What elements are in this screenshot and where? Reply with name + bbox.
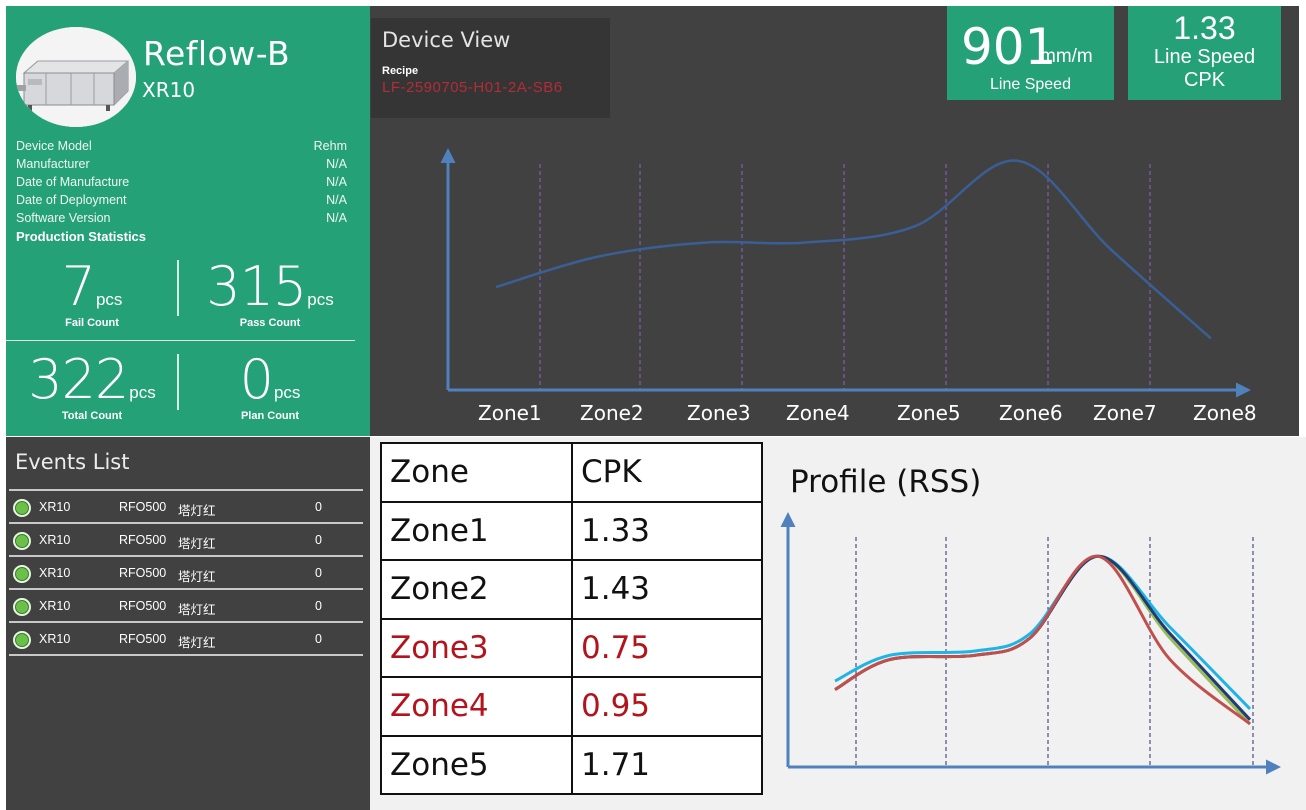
x-tick-label: Zone2 — [580, 401, 644, 425]
event-code: RFO500 — [119, 566, 167, 580]
spec-label: Manufacturer — [16, 157, 90, 171]
stat-value: 322 — [28, 348, 129, 411]
total-count-stat: 322pcs Total Count — [6, 353, 178, 423]
stat-divider — [177, 260, 179, 316]
cpk-kpi-label-line2: CPK — [1183, 69, 1226, 91]
spec-label: Date of Deployment — [16, 193, 127, 207]
spec-value: N/A — [326, 193, 347, 207]
stat-divider — [177, 354, 179, 410]
event-description: 塔灯红 — [178, 570, 216, 584]
spec-row-manufacturer: Manufacturer N/A — [16, 157, 347, 175]
device-name: Reflow-B — [143, 34, 291, 73]
recipe-box: Device View Recipe LF-2590705-H01-2A-SB6 — [371, 18, 610, 118]
pass-count-stat: 315pcs Pass Count — [184, 260, 356, 330]
x-tick-label: Zone7 — [1093, 401, 1157, 425]
event-device: XR10 — [39, 566, 71, 580]
spec-value: N/A — [326, 211, 347, 225]
stat-divider — [6, 340, 355, 341]
x-tick-label: Zone4 — [786, 401, 850, 425]
stat-label: Fail Count — [65, 317, 119, 329]
spec-label: Date of Manufacture — [16, 175, 130, 189]
spec-label: Device Model — [16, 139, 92, 153]
event-row[interactable]: XR10 RFO500 塔灯红 0 — [9, 588, 363, 621]
event-row[interactable]: XR10 RFO500 塔灯红 0 — [9, 555, 363, 588]
fail-count-stat: 7pcs Fail Count — [6, 260, 178, 330]
profile-chart-title: Profile (RSS) — [790, 464, 982, 500]
event-count: 0 — [315, 599, 322, 613]
profile-series-line — [834, 554, 1252, 726]
production-statistics-title: Production Statistics — [16, 229, 147, 244]
line-speed-kpi: 901 mm/m Line Speed — [947, 6, 1114, 100]
event-count: 0 — [315, 566, 322, 580]
cpk-kpi-label: Line Speed CPK — [1128, 46, 1281, 92]
recipe-value: LF-2590705-H01-2A-SB6 — [382, 79, 563, 96]
stat-unit: pcs — [273, 383, 301, 402]
plan-count-stat: 0pcs Plan Count — [184, 353, 356, 423]
stat-label: Pass Count — [239, 317, 301, 329]
status-dot-icon — [13, 631, 31, 649]
device-view-title: Device View — [382, 28, 511, 52]
profile-series-line — [834, 554, 1252, 721]
stat-value: 0 — [239, 348, 274, 411]
spec-label: Software Version — [16, 211, 111, 225]
machine-image — [16, 27, 136, 127]
recipe-label: Recipe — [382, 65, 419, 77]
zone-curve-line — [495, 159, 1212, 340]
device-view-panel: Zone1 Zone2 Zone3 Zone4 Zone5 Zone6 Zone7 Zone8… — [370, 6, 1299, 436]
event-device: XR10 — [39, 632, 71, 646]
line-speed-unit: mm/m — [1040, 46, 1093, 67]
event-row[interactable]: XR10 RFO500 塔灯红 0 — [9, 522, 363, 555]
events-list-title: Events List — [15, 450, 130, 474]
cpk-profile-panel: Zone CPK Zone1 1.33 Zone2 1.43 Zone3 0.7… — [370, 437, 1306, 810]
stat-value: 7 — [61, 255, 96, 318]
status-dot-icon — [13, 565, 31, 583]
spec-row-device-model: Device Model Rehm — [16, 139, 347, 157]
event-device: XR10 — [39, 533, 71, 547]
event-description: 塔灯红 — [178, 537, 216, 551]
event-device: XR10 — [39, 500, 71, 514]
line-speed-cpk-kpi: 1.33 Line Speed CPK — [1128, 6, 1281, 100]
status-dot-icon — [13, 499, 31, 517]
spec-row-date-of-manufacture: Date of Manufacture N/A — [16, 175, 347, 193]
device-model-code: XR10 — [142, 78, 196, 102]
event-count: 0 — [315, 533, 322, 547]
stat-unit: pcs — [307, 290, 334, 309]
device-panel: Reflow-B XR10 Device Model Rehm Manufact… — [6, 6, 370, 436]
spec-row-software-version: Software Version N/A — [16, 211, 347, 229]
spec-value: Rehm — [313, 139, 347, 153]
x-tick-label: Zone5 — [897, 401, 961, 425]
event-description: 塔灯红 — [178, 603, 216, 617]
event-code: RFO500 — [119, 533, 167, 547]
cpk-kpi-value: 1.33 — [1173, 10, 1236, 46]
stat-label: Plan Count — [240, 410, 300, 422]
spec-value: N/A — [326, 157, 347, 171]
stat-unit: pcs — [95, 290, 123, 309]
event-code: RFO500 — [119, 599, 167, 613]
x-tick-label: Zone3 — [687, 401, 751, 425]
x-tick-label: Zone1 — [478, 401, 542, 425]
event-code: RFO500 — [119, 632, 167, 646]
event-device: XR10 — [39, 599, 71, 613]
events-list-panel: Events List XR10 RFO500 塔灯红 0 XR10 RFO50… — [6, 437, 370, 810]
x-tick-label: Zone8 — [1193, 401, 1257, 425]
event-row[interactable]: XR10 RFO500 塔灯红 0 — [9, 621, 363, 656]
stat-value: 315 — [206, 255, 307, 318]
stat-unit: pcs — [129, 383, 156, 402]
event-description: 塔灯红 — [178, 504, 216, 518]
cpk-kpi-label-line1: Line Speed — [1153, 46, 1256, 68]
event-row[interactable]: XR10 RFO500 塔灯红 0 — [9, 489, 363, 522]
line-speed-label: Line Speed — [990, 76, 1071, 93]
status-dot-icon — [13, 532, 31, 550]
status-dot-icon — [13, 598, 31, 616]
event-code: RFO500 — [119, 500, 167, 514]
event-description: 塔灯红 — [178, 636, 216, 650]
event-count: 0 — [315, 632, 322, 646]
profile-series-line — [834, 554, 1251, 726]
spec-row-date-of-deployment: Date of Deployment N/A — [16, 193, 347, 211]
spec-value: N/A — [326, 175, 347, 189]
event-count: 0 — [315, 500, 322, 514]
profile-series-line — [834, 554, 1252, 710]
stat-label: Total Count — [61, 410, 123, 422]
x-tick-label: Zone6 — [999, 401, 1063, 425]
